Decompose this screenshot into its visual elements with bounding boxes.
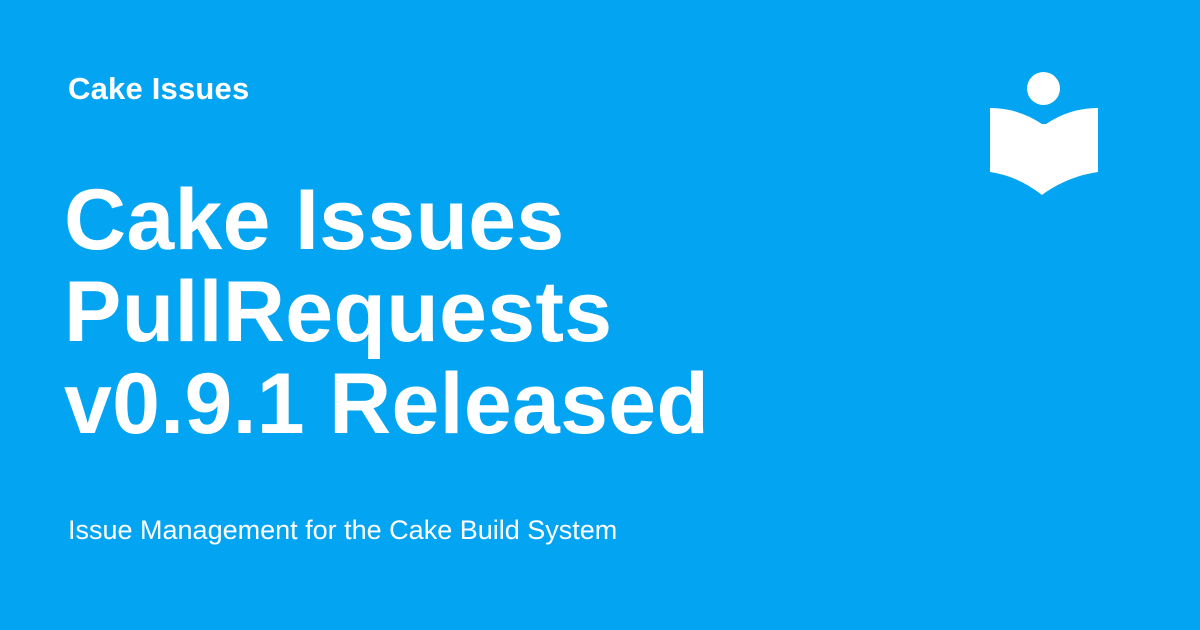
post-title: Cake Issues PullRequests v0.9.1 Released [64,174,944,450]
post-title-line-2: PullRequests [64,264,613,360]
post-title-line-1: Cake Issues [64,172,565,268]
social-card: { "site": { "name": "Cake Issues" }, "po… [0,0,1200,630]
reader-head [1027,72,1060,105]
open-book [990,108,1098,195]
reader-book-icon [990,72,1098,195]
site-name: Cake Issues [68,71,250,106]
post-title-line-3: v0.9.1 Released [64,356,710,452]
site-description: Issue Management for the Cake Build Syst… [68,515,618,545]
